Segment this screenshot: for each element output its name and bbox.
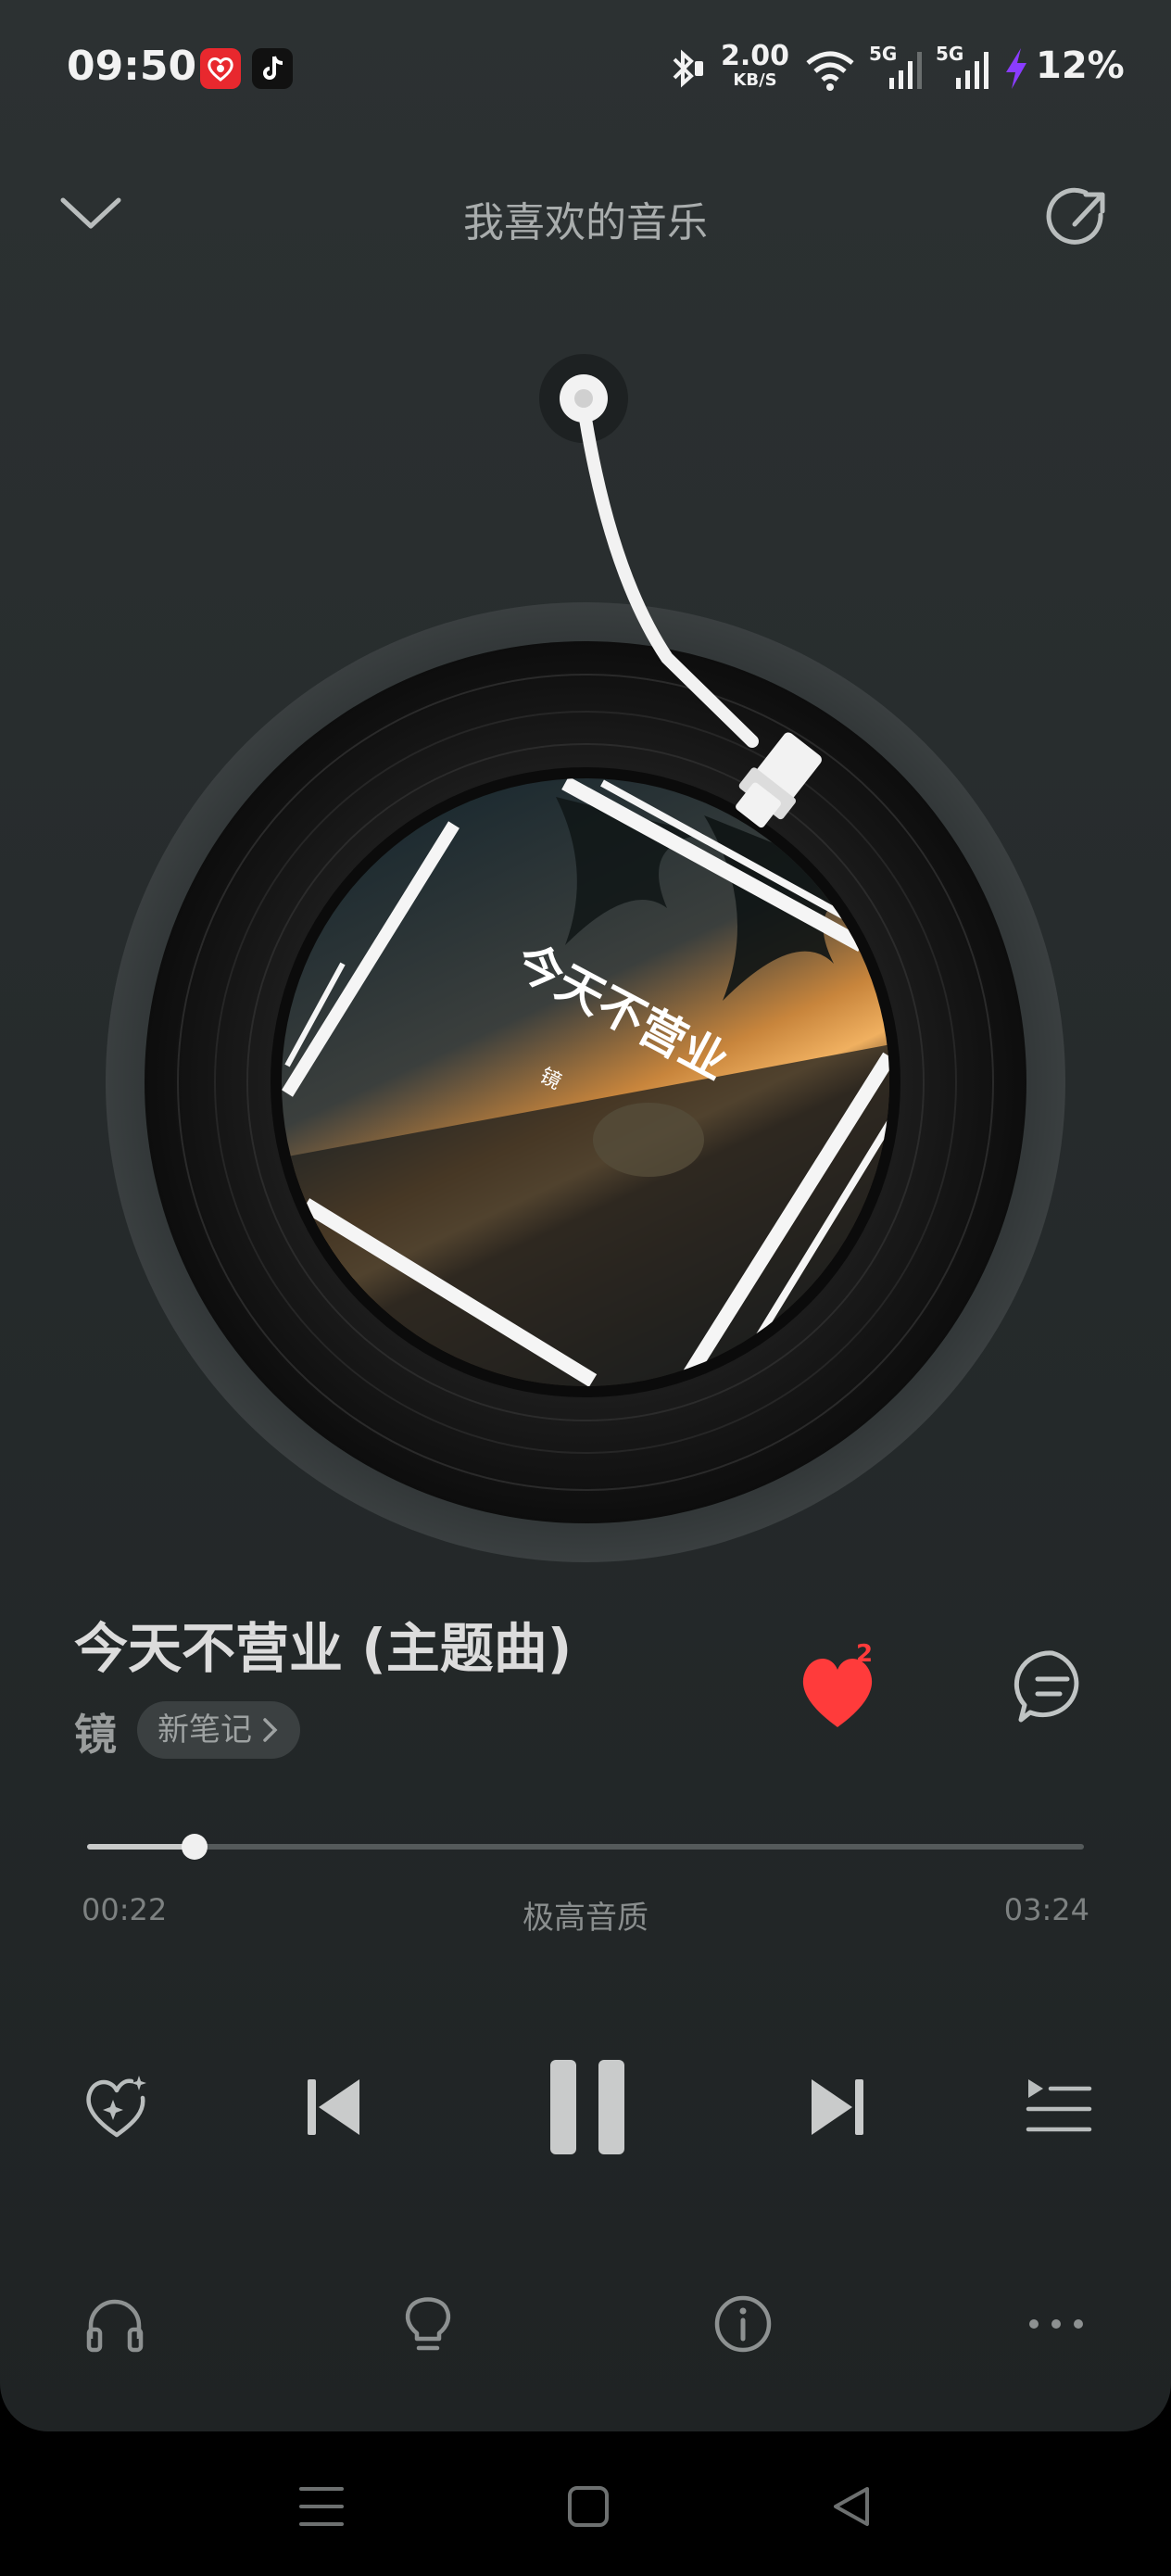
info-button[interactable]	[706, 2287, 780, 2361]
back-triangle-icon	[834, 2487, 869, 2526]
progress-knob[interactable]	[182, 1834, 208, 1860]
menu-icon	[299, 2487, 344, 2526]
tips-button[interactable]	[391, 2287, 465, 2361]
info-icon	[714, 2295, 772, 2353]
vinyl-record: 今天不营业 镜	[106, 354, 1065, 1562]
progress-bar[interactable]	[87, 1834, 1084, 1860]
home-square-icon	[568, 2486, 609, 2527]
previous-icon	[308, 2079, 359, 2135]
new-note-button[interactable]: 新笔记	[137, 1701, 300, 1759]
artist-name[interactable]: 镜	[74, 1701, 117, 1762]
heart-sparkle-button[interactable]	[74, 2065, 159, 2150]
total-time: 03:24	[1003, 1892, 1089, 1927]
progress-fill	[87, 1844, 195, 1850]
new-note-label: 新笔记	[157, 1711, 252, 1749]
playlist-button[interactable]	[1014, 2065, 1099, 2150]
sound-effects-button[interactable]	[78, 2287, 152, 2361]
lightbulb-icon	[405, 2297, 451, 2351]
playlist-icon	[1026, 2079, 1092, 2132]
more-button[interactable]	[1019, 2287, 1093, 2361]
previous-button[interactable]	[291, 2065, 376, 2150]
pause-button[interactable]	[530, 2050, 645, 2165]
next-icon	[812, 2079, 863, 2135]
quality-label[interactable]: 极高音质	[0, 1892, 1171, 1938]
nav-home-button[interactable]	[556, 2474, 621, 2539]
nav-back-button[interactable]	[819, 2474, 884, 2539]
nav-menu-button[interactable]	[289, 2474, 354, 2539]
heart-icon	[802, 1659, 873, 1727]
system-nav-bar	[0, 2431, 1171, 2576]
chevron-right-icon	[263, 1718, 278, 1742]
song-title: 今天不营业 (主题曲)	[74, 1617, 573, 1680]
next-button[interactable]	[795, 2065, 880, 2150]
like-count: 2	[856, 1640, 874, 1668]
more-icon	[1029, 2319, 1083, 2329]
pause-icon	[550, 2060, 624, 2154]
like-button[interactable]	[795, 1642, 897, 1735]
comment-icon	[1014, 1650, 1079, 1723]
player-screen: 09:50 2.00 KB/S 5G 5G 12% 我喜欢的音乐 今天不营业 镜…	[0, 0, 1171, 2431]
comment-button[interactable]	[1010, 1644, 1095, 1729]
heart-sparkle-icon	[86, 2076, 146, 2138]
headphones-icon	[86, 2299, 144, 2353]
